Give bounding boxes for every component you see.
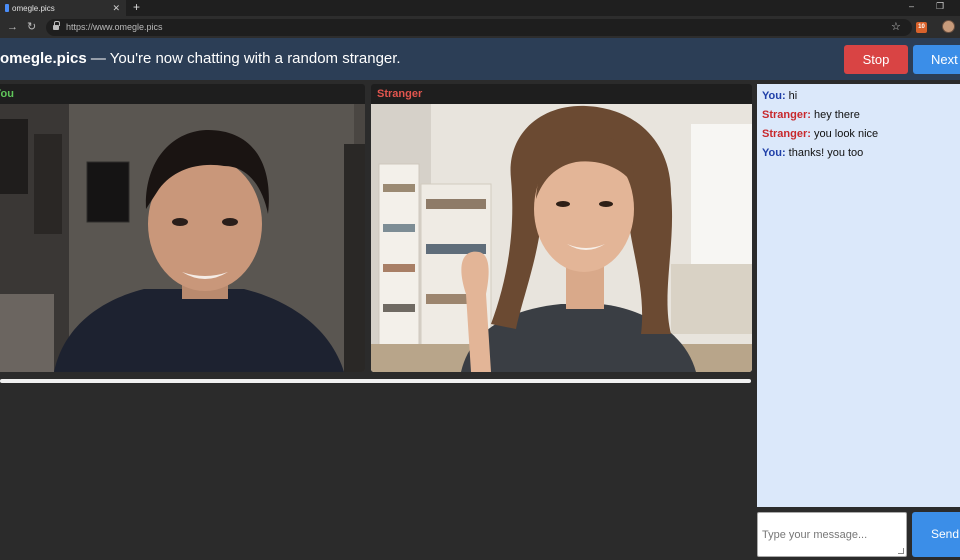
site-header: omegle.pics — You're now chatting with a… (0, 38, 960, 80)
stranger-video (371, 104, 752, 372)
page-title: omegle.pics — You're now chatting with a… (0, 50, 401, 67)
profile-avatar[interactable] (942, 20, 955, 33)
bookmark-star-icon[interactable]: ☆ (891, 19, 901, 35)
message-sender: You: (762, 147, 786, 159)
minimize-icon[interactable]: – (909, 0, 914, 12)
chat-message: Stranger: you look nice (762, 127, 878, 141)
extension-icon[interactable]: 10 (916, 22, 927, 33)
send-button[interactable]: Send (912, 512, 960, 557)
tab-close-icon[interactable]: ✕ (112, 2, 120, 14)
new-tab-button[interactable]: + (133, 0, 140, 14)
forward-icon[interactable]: → (7, 19, 18, 35)
message-text: thanks! you too (785, 147, 864, 159)
chat-message: You: hi (762, 89, 797, 103)
message-text: you look nice (810, 128, 879, 140)
browser-tab[interactable]: omegle.pics ✕ (0, 0, 126, 16)
chat-message: Stranger: hey there (762, 108, 860, 122)
message-sender: Stranger: (762, 109, 811, 121)
address-bar[interactable]: https://www.omegle.pics (46, 19, 912, 36)
stop-button[interactable]: Stop (844, 45, 908, 74)
message-sender: You: (762, 90, 786, 102)
site-name: omegle.pics (0, 50, 87, 67)
you-label: You (0, 88, 14, 100)
stranger-video-panel: Stranger (371, 84, 752, 372)
browser-toolbar: → ↻ https://www.omegle.pics ☆ 10 (0, 16, 960, 38)
tab-title: omegle.pics (12, 3, 55, 13)
lock-icon (53, 21, 60, 31)
message-placeholder: Type your message... (762, 529, 868, 541)
url-text: https://www.omegle.pics (66, 22, 163, 32)
horizontal-scrollbar[interactable] (0, 379, 751, 383)
browser-tabstrip: omegle.pics ✕ + – ❐ (0, 0, 960, 16)
next-button[interactable]: Next (913, 45, 960, 74)
message-text: hey there (810, 109, 860, 121)
chat-message: You: thanks! you too (762, 146, 863, 160)
you-video-frame (0, 104, 365, 372)
message-input[interactable]: Type your message... (757, 512, 907, 557)
message-text: hi (785, 90, 798, 102)
you-video-panel: You (0, 84, 365, 372)
reload-icon[interactable]: ↻ (27, 19, 36, 35)
favicon-icon (5, 4, 9, 12)
message-sender: Stranger: (762, 128, 811, 140)
you-video (0, 104, 365, 372)
resize-handle-icon[interactable] (898, 548, 904, 554)
status-text: — You're now chatting with a random stra… (86, 50, 401, 67)
chat-log: You: hi Stranger: hey there Stranger: yo… (757, 84, 960, 507)
restore-icon[interactable]: ❐ (936, 0, 944, 12)
stranger-video-frame (371, 104, 752, 372)
stranger-label: Stranger (377, 88, 423, 100)
